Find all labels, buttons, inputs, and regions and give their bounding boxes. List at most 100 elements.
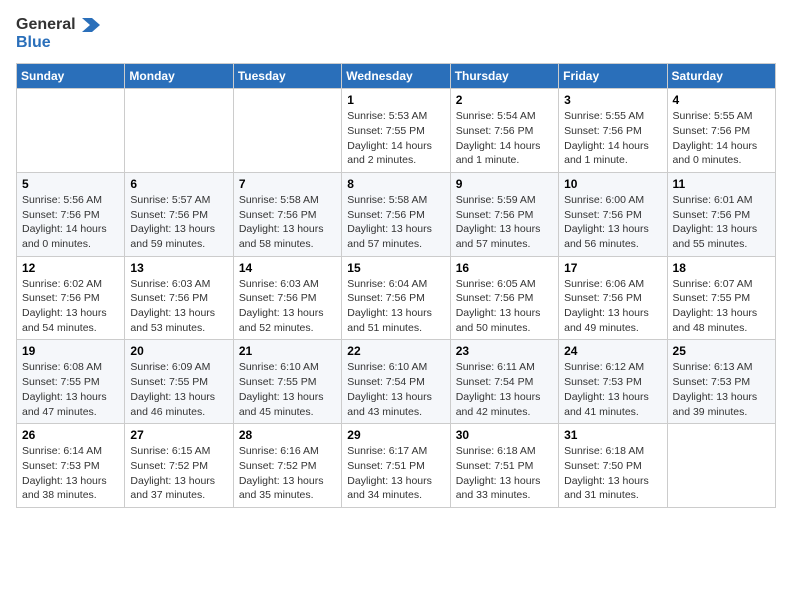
daylight-text: Daylight: 14 hours and 1 minute.: [564, 140, 649, 167]
sunset-text: Sunset: 7:53 PM: [22, 460, 100, 472]
daylight-text: Daylight: 13 hours and 59 minutes.: [130, 223, 215, 250]
day-detail: Sunrise: 6:17 AM Sunset: 7:51 PM Dayligh…: [347, 444, 444, 503]
day-detail: Sunrise: 5:54 AM Sunset: 7:56 PM Dayligh…: [456, 109, 553, 168]
day-detail: Sunrise: 6:16 AM Sunset: 7:52 PM Dayligh…: [239, 444, 336, 503]
logo-text: General Blue: [16, 16, 102, 51]
sunrise-text: Sunrise: 6:02 AM: [22, 278, 102, 290]
sunrise-text: Sunrise: 5:55 AM: [673, 110, 753, 122]
week-row-1: 1 Sunrise: 5:53 AM Sunset: 7:55 PM Dayli…: [17, 89, 776, 173]
sunrise-text: Sunrise: 6:03 AM: [239, 278, 319, 290]
day-detail: Sunrise: 6:11 AM Sunset: 7:54 PM Dayligh…: [456, 360, 553, 419]
day-number: 24: [564, 344, 661, 358]
daylight-text: Daylight: 13 hours and 35 minutes.: [239, 475, 324, 502]
sunset-text: Sunset: 7:56 PM: [456, 209, 534, 221]
day-detail: Sunrise: 5:59 AM Sunset: 7:56 PM Dayligh…: [456, 193, 553, 252]
sunrise-text: Sunrise: 6:14 AM: [22, 445, 102, 457]
day-cell: 13 Sunrise: 6:03 AM Sunset: 7:56 PM Dayl…: [125, 256, 233, 340]
day-detail: Sunrise: 6:13 AM Sunset: 7:53 PM Dayligh…: [673, 360, 770, 419]
day-cell: 18 Sunrise: 6:07 AM Sunset: 7:55 PM Dayl…: [667, 256, 775, 340]
sunset-text: Sunset: 7:53 PM: [564, 376, 642, 388]
daylight-text: Daylight: 13 hours and 51 minutes.: [347, 307, 432, 334]
day-number: 30: [456, 428, 553, 442]
day-number: 22: [347, 344, 444, 358]
sunset-text: Sunset: 7:56 PM: [673, 209, 751, 221]
daylight-text: Daylight: 13 hours and 54 minutes.: [22, 307, 107, 334]
sunset-text: Sunset: 7:56 PM: [564, 209, 642, 221]
day-number: 7: [239, 177, 336, 191]
sunrise-text: Sunrise: 6:13 AM: [673, 361, 753, 373]
daylight-text: Daylight: 13 hours and 56 minutes.: [564, 223, 649, 250]
sunrise-text: Sunrise: 6:04 AM: [347, 278, 427, 290]
day-detail: Sunrise: 6:04 AM Sunset: 7:56 PM Dayligh…: [347, 277, 444, 336]
sunset-text: Sunset: 7:56 PM: [347, 292, 425, 304]
day-detail: Sunrise: 6:05 AM Sunset: 7:56 PM Dayligh…: [456, 277, 553, 336]
sunrise-text: Sunrise: 5:59 AM: [456, 194, 536, 206]
weekday-header-wednesday: Wednesday: [342, 64, 450, 89]
daylight-text: Daylight: 13 hours and 53 minutes.: [130, 307, 215, 334]
day-number: 10: [564, 177, 661, 191]
day-detail: Sunrise: 6:01 AM Sunset: 7:56 PM Dayligh…: [673, 193, 770, 252]
day-detail: Sunrise: 6:00 AM Sunset: 7:56 PM Dayligh…: [564, 193, 661, 252]
weekday-header-sunday: Sunday: [17, 64, 125, 89]
day-number: 31: [564, 428, 661, 442]
logo: General Blue: [16, 16, 102, 51]
logo-chevron-icon: [82, 18, 100, 32]
day-cell: 6 Sunrise: 5:57 AM Sunset: 7:56 PM Dayli…: [125, 172, 233, 256]
sunset-text: Sunset: 7:56 PM: [239, 209, 317, 221]
day-number: 3: [564, 93, 661, 107]
sunrise-text: Sunrise: 6:07 AM: [673, 278, 753, 290]
daylight-text: Daylight: 13 hours and 52 minutes.: [239, 307, 324, 334]
day-number: 9: [456, 177, 553, 191]
day-cell: 10 Sunrise: 6:00 AM Sunset: 7:56 PM Dayl…: [559, 172, 667, 256]
daylight-text: Daylight: 13 hours and 37 minutes.: [130, 475, 215, 502]
day-number: 18: [673, 261, 770, 275]
daylight-text: Daylight: 13 hours and 57 minutes.: [456, 223, 541, 250]
daylight-text: Daylight: 13 hours and 48 minutes.: [673, 307, 758, 334]
day-detail: Sunrise: 6:18 AM Sunset: 7:50 PM Dayligh…: [564, 444, 661, 503]
sunrise-text: Sunrise: 5:56 AM: [22, 194, 102, 206]
sunset-text: Sunset: 7:53 PM: [673, 376, 751, 388]
sunrise-text: Sunrise: 6:00 AM: [564, 194, 644, 206]
day-cell: [233, 89, 341, 173]
weekday-header-friday: Friday: [559, 64, 667, 89]
day-cell: 27 Sunrise: 6:15 AM Sunset: 7:52 PM Dayl…: [125, 424, 233, 508]
daylight-text: Daylight: 13 hours and 43 minutes.: [347, 391, 432, 418]
day-detail: Sunrise: 5:57 AM Sunset: 7:56 PM Dayligh…: [130, 193, 227, 252]
day-cell: 12 Sunrise: 6:02 AM Sunset: 7:56 PM Dayl…: [17, 256, 125, 340]
day-number: 12: [22, 261, 119, 275]
day-cell: 15 Sunrise: 6:04 AM Sunset: 7:56 PM Dayl…: [342, 256, 450, 340]
sunset-text: Sunset: 7:56 PM: [22, 209, 100, 221]
day-number: 4: [673, 93, 770, 107]
day-detail: Sunrise: 5:58 AM Sunset: 7:56 PM Dayligh…: [347, 193, 444, 252]
day-cell: 29 Sunrise: 6:17 AM Sunset: 7:51 PM Dayl…: [342, 424, 450, 508]
weekday-header-row: SundayMondayTuesdayWednesdayThursdayFrid…: [17, 64, 776, 89]
day-number: 25: [673, 344, 770, 358]
sunset-text: Sunset: 7:56 PM: [564, 125, 642, 137]
day-cell: 9 Sunrise: 5:59 AM Sunset: 7:56 PM Dayli…: [450, 172, 558, 256]
day-cell: 28 Sunrise: 6:16 AM Sunset: 7:52 PM Dayl…: [233, 424, 341, 508]
daylight-text: Daylight: 13 hours and 49 minutes.: [564, 307, 649, 334]
weekday-header-saturday: Saturday: [667, 64, 775, 89]
day-number: 27: [130, 428, 227, 442]
day-detail: Sunrise: 5:55 AM Sunset: 7:56 PM Dayligh…: [564, 109, 661, 168]
day-number: 6: [130, 177, 227, 191]
daylight-text: Daylight: 13 hours and 38 minutes.: [22, 475, 107, 502]
day-number: 11: [673, 177, 770, 191]
day-cell: 21 Sunrise: 6:10 AM Sunset: 7:55 PM Dayl…: [233, 340, 341, 424]
daylight-text: Daylight: 14 hours and 0 minutes.: [673, 140, 758, 167]
sunrise-text: Sunrise: 5:58 AM: [347, 194, 427, 206]
daylight-text: Daylight: 14 hours and 2 minutes.: [347, 140, 432, 167]
daylight-text: Daylight: 13 hours and 55 minutes.: [673, 223, 758, 250]
sunset-text: Sunset: 7:56 PM: [456, 292, 534, 304]
day-detail: Sunrise: 6:18 AM Sunset: 7:51 PM Dayligh…: [456, 444, 553, 503]
day-detail: Sunrise: 5:53 AM Sunset: 7:55 PM Dayligh…: [347, 109, 444, 168]
logo-general: General: [16, 16, 76, 33]
day-number: 15: [347, 261, 444, 275]
sunrise-text: Sunrise: 6:08 AM: [22, 361, 102, 373]
week-row-3: 12 Sunrise: 6:02 AM Sunset: 7:56 PM Dayl…: [17, 256, 776, 340]
weekday-header-thursday: Thursday: [450, 64, 558, 89]
day-cell: 7 Sunrise: 5:58 AM Sunset: 7:56 PM Dayli…: [233, 172, 341, 256]
sunrise-text: Sunrise: 6:09 AM: [130, 361, 210, 373]
sunrise-text: Sunrise: 6:16 AM: [239, 445, 319, 457]
sunrise-text: Sunrise: 5:58 AM: [239, 194, 319, 206]
